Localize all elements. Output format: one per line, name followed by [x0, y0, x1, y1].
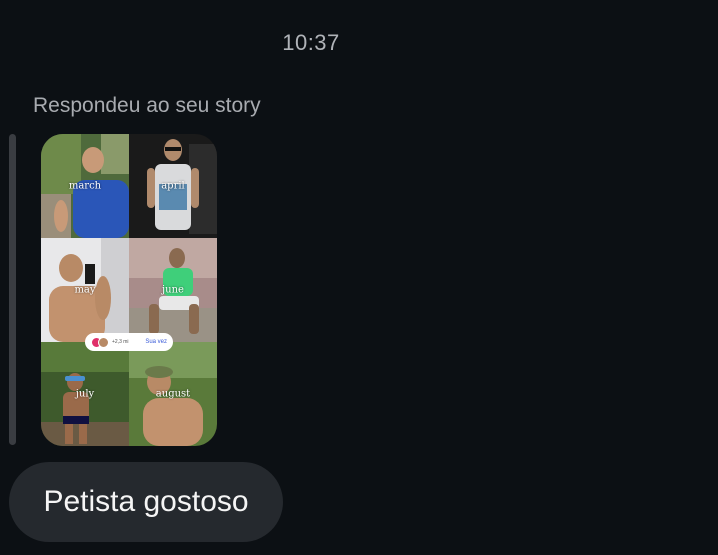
story-photo-march: march [41, 134, 129, 238]
message-bubble[interactable]: Petista gostoso [9, 462, 283, 542]
story-photo-august: august [129, 342, 217, 446]
story-photo-grid: march april may june july august [41, 134, 217, 446]
month-label: july [75, 388, 95, 400]
month-label: june [162, 284, 184, 296]
story-photo-june: june [129, 238, 217, 342]
pill-avatars [91, 336, 109, 348]
month-label: march [68, 180, 102, 192]
story-photo-july: july [41, 342, 129, 446]
story-photo-april: april [129, 134, 217, 238]
story-photo-may: may [41, 238, 129, 342]
pill-action-label: Sua vez [145, 339, 167, 345]
month-label: may [74, 284, 96, 296]
avatar [98, 336, 109, 348]
reply-quote-bar [9, 134, 16, 445]
message-text: Petista gostoso [43, 485, 249, 518]
month-label: april [161, 180, 185, 192]
story-reply-label: Respondeu ao seu story [33, 94, 261, 117]
story-add-yours-pill: +2,3 mi Sua vez [85, 333, 173, 351]
story-preview-card[interactable]: march april may june july august +2,3 mi… [41, 134, 217, 446]
month-label: august [155, 388, 191, 400]
pill-participant-count: +2,3 mi [112, 339, 129, 345]
message-timestamp: 10:37 [282, 30, 340, 55]
